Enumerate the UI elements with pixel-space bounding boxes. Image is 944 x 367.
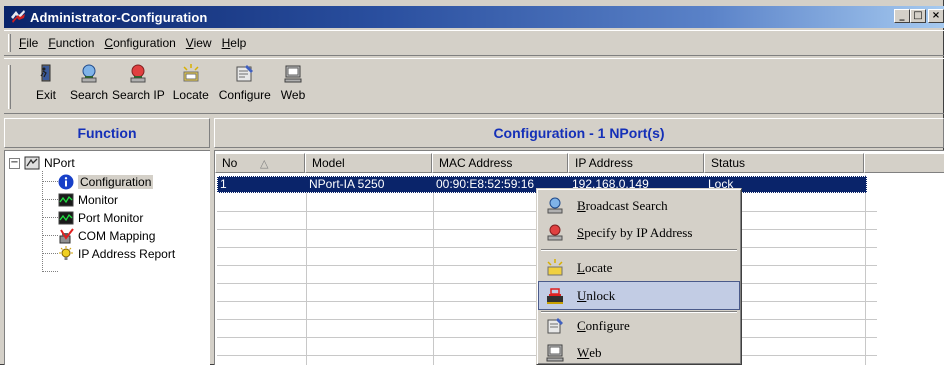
tree-item-port-monitor[interactable]: Port Monitor [58,209,143,227]
search-button[interactable]: Search [70,59,108,111]
context-menu: Broadcast Search Specify by IP Address L… [536,188,742,365]
menu-item-broadcast-search[interactable]: Broadcast Search [539,192,739,219]
app-logo-icon [10,9,26,25]
menu-item-specify-by-ip-address[interactable]: Specify by IP Address [539,219,739,246]
menubar-grip[interactable] [8,34,11,52]
tree-expander[interactable]: − [9,157,20,169]
minimize-button[interactable]: _ [894,9,910,23]
app-window: Administrator-Configuration _ □ × File F… [0,0,944,365]
menu-view[interactable]: View [181,36,217,50]
function-header-label: Function [77,125,137,141]
tree-root-nport[interactable]: − NPort [9,154,75,172]
monitor-icon [58,192,74,208]
cell-no: 1 [220,177,227,191]
configure-icon [233,63,257,85]
function-tree: − NPort Configuration Monitor Port Monit… [4,150,210,365]
web-icon [281,63,305,85]
column-header-mac-address[interactable]: MAC Address [432,153,568,173]
menu-help[interactable]: Help [217,36,252,50]
locate-icon [179,63,203,85]
menu-item-locate[interactable]: Locate [539,254,739,281]
close-button[interactable]: × [928,9,944,23]
grid-line [433,175,434,365]
menu-file[interactable]: File [14,36,43,50]
column-header-ip-address[interactable]: IP Address [568,153,704,173]
window-title: Administrator-Configuration [30,9,208,25]
nport-icon [24,155,40,171]
unlock-icon [545,286,565,306]
com-mapping-icon [58,228,74,244]
tree-item-com-mapping[interactable]: COM Mapping [58,227,155,245]
title-bar[interactable]: Administrator-Configuration _ □ × [4,6,944,28]
search-ip-icon [126,63,150,85]
locate-label: Locate [172,88,209,102]
column-header-model[interactable]: Model [305,153,432,173]
sort-ascending-icon: △ [260,157,269,170]
grid-line [865,175,866,365]
tree-item-monitor[interactable]: Monitor [58,191,118,209]
tree-connector [42,199,58,200]
menu-bar: File Function Configuration View Help [4,30,944,56]
tree-connector [42,235,58,236]
web-button[interactable]: Web [281,59,305,111]
configure-label: Configure [218,88,271,102]
tree-label-configuration: Configuration [78,175,154,189]
search-ip-button[interactable]: Search IP [112,59,165,111]
broadcast-search-icon [545,196,565,216]
toolbar: Exit Search Search IP Locate Configure W… [4,58,944,114]
grid-line [306,175,307,365]
tree-connector [42,181,58,182]
cell-model: NPort-IA 5250 [309,177,385,191]
maximize-button[interactable]: □ [910,9,926,23]
configuration-panel-header: Configuration - 1 NPort(s) [214,118,944,148]
toolbar-grip[interactable] [8,65,11,109]
locate-button[interactable]: Locate [173,59,209,111]
search-icon [77,63,101,85]
tree-connector [42,253,58,254]
column-header-status[interactable]: Status [704,153,864,173]
column-header-filler [864,153,944,173]
function-panel-header: Function [4,118,210,148]
tree-label-ip-address-report: IP Address Report [78,247,176,261]
web-icon [545,343,565,363]
ip-report-icon [58,246,74,262]
configure-button[interactable]: Configure [219,59,271,111]
tree-label-monitor: Monitor [78,193,119,207]
tree-item-configuration[interactable]: Configuration [58,173,154,191]
tree-label-nport: NPort [44,156,75,170]
tree-label-com-mapping: COM Mapping [78,229,156,243]
menu-item-unlock[interactable]: Unlock [538,281,740,310]
configure-icon [545,316,565,336]
search-ip-label: Search IP [112,88,165,102]
tree-item-ip-address-report[interactable]: IP Address Report [58,245,175,263]
info-icon [58,174,74,190]
tree-label-port-monitor: Port Monitor [78,211,144,225]
exit-icon [34,63,58,85]
web-label: Web [280,88,306,102]
tree-connector [42,217,58,218]
menu-separator [541,249,737,251]
tree-connector [42,171,43,272]
tree-connector [42,271,58,272]
exit-button[interactable]: Exit [34,59,58,111]
specify-ip-icon [545,223,565,243]
locate-icon [545,258,565,278]
search-label: Search [70,88,109,102]
column-header-no[interactable]: No △ [215,153,305,173]
menu-function[interactable]: Function [43,36,99,50]
menu-item-configure[interactable]: Configure [539,312,739,339]
table-header: No △ Model MAC Address IP Address Status [215,153,944,173]
configuration-header-label: Configuration - 1 NPort(s) [493,125,665,141]
port-monitor-icon [58,210,74,226]
menu-item-web[interactable]: Web [539,339,739,366]
exit-label: Exit [35,88,56,102]
menu-configuration[interactable]: Configuration [99,36,180,50]
